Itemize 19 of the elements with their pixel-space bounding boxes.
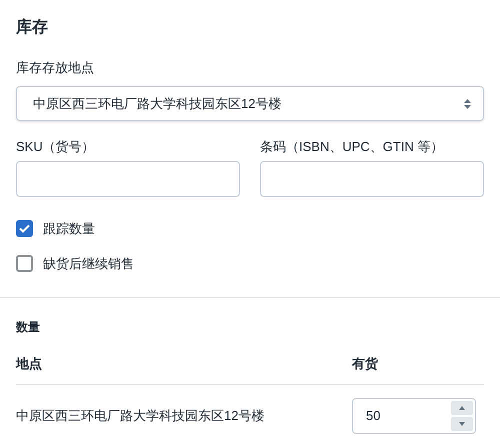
section-title: 库存 (16, 17, 49, 38)
select-arrows-icon (464, 98, 471, 108)
checkbox-label: 缺货后继续销售 (43, 254, 134, 272)
checkbox[interactable] (16, 254, 33, 272)
checkbox[interactable] (16, 220, 33, 238)
field-label: SKU（货号） (16, 138, 96, 156)
field-label: 条码（ISBN、UPC、GTIN 等） (260, 138, 444, 156)
text-field[interactable] (260, 161, 484, 197)
table-cell-text: 中原区西三环电厂路大学科技园东区12号楼 (16, 406, 266, 425)
column-header: 地点 (16, 355, 43, 373)
location-select[interactable]: 中原区西三环电厂路大学科技园东区12号楼 (16, 86, 484, 121)
checkbox-label: 跟踪数量 (43, 220, 95, 238)
field-label: 库存存放地点 (16, 59, 95, 77)
column-header: 有货 (352, 355, 379, 373)
quantity-field[interactable]: 50 (352, 398, 476, 434)
stepper-icon (451, 400, 473, 432)
text-field[interactable] (16, 161, 240, 197)
check-icon (19, 224, 30, 234)
subsection-title: 数量 (16, 319, 41, 336)
